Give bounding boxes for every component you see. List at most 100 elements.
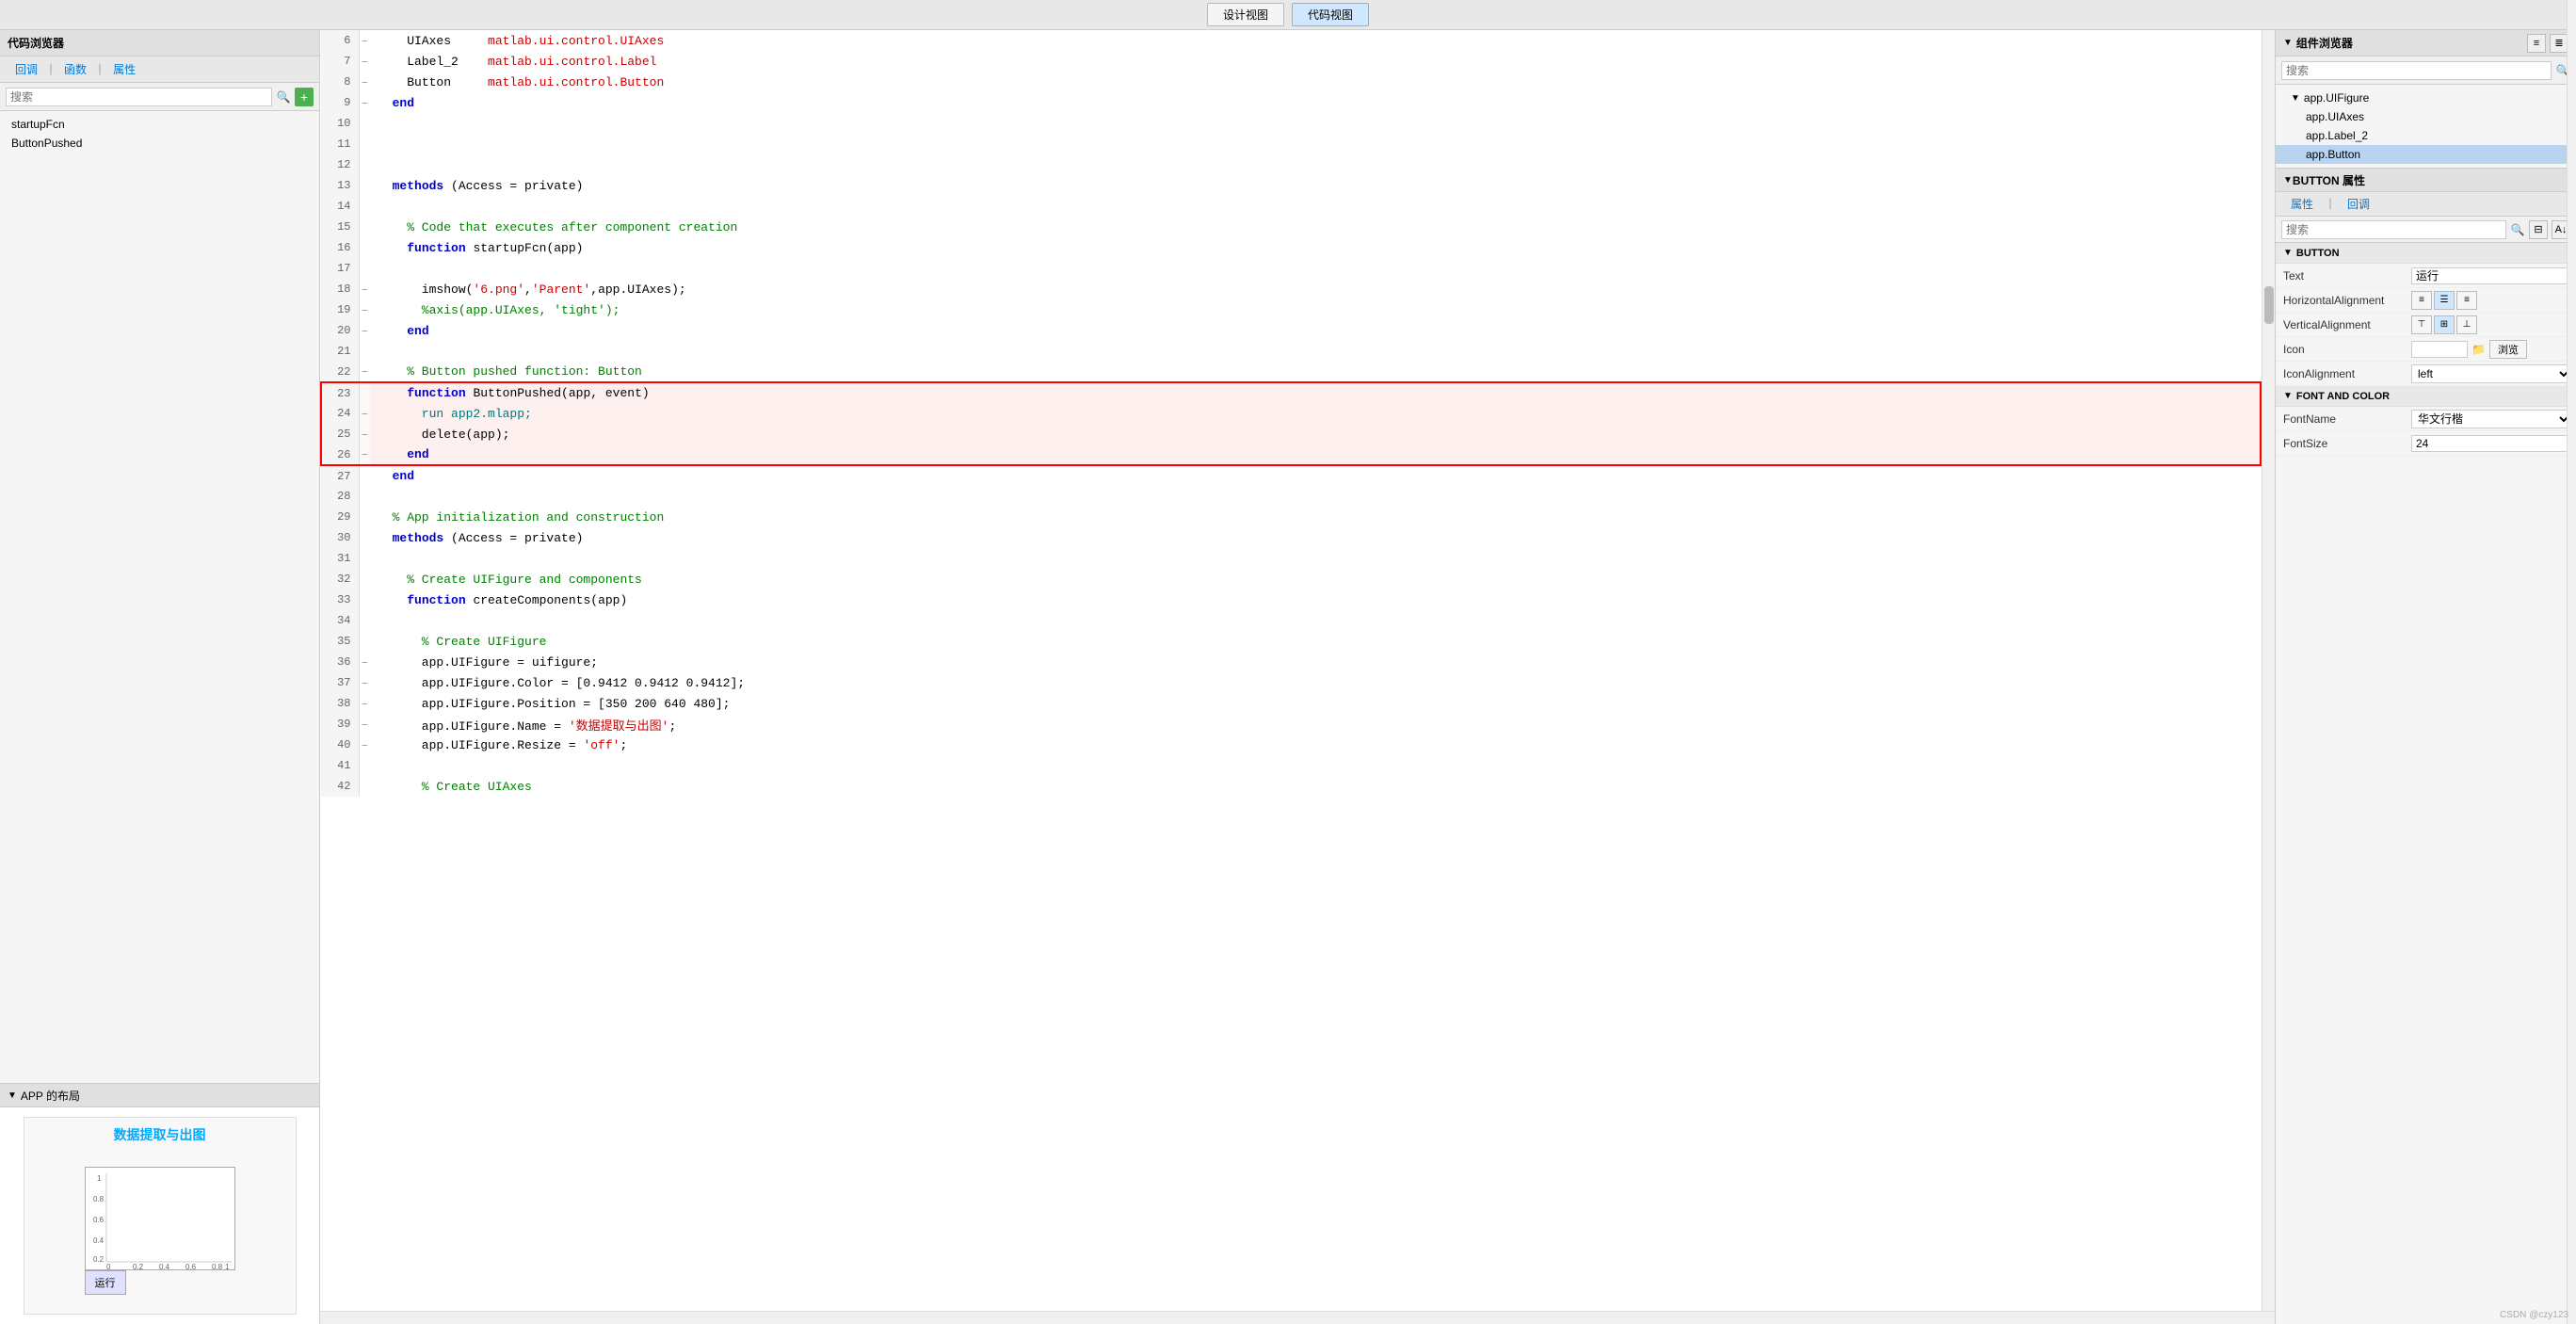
vertical-scrollbar[interactable] — [2262, 30, 2275, 1311]
section-triangle-icon: ▼ — [2283, 248, 2293, 258]
props-view-toggle[interactable]: ⊟ — [2529, 220, 2548, 239]
svg-text:0.6: 0.6 — [93, 1216, 105, 1224]
design-view-button[interactable]: 设计视图 — [1207, 3, 1284, 26]
svg-text:0.4: 0.4 — [93, 1236, 105, 1245]
app-layout-preview: 数据提取与出图 1 0.8 0.6 0.4 0.2 0 — [0, 1107, 319, 1324]
prop-name-icon-align: IconAlignment — [2276, 367, 2407, 380]
search-bar: 🔍 + — [0, 83, 319, 111]
line-number: 6 — [321, 30, 359, 51]
prop-name-icon: Icon — [2276, 343, 2407, 356]
line-number: 7 — [321, 51, 359, 72]
svg-text:0.2: 0.2 — [133, 1263, 144, 1270]
tree-item-uiaxes[interactable]: app.UIAxes — [2276, 107, 2576, 126]
line-number: 40 — [321, 735, 359, 755]
prop-row-fontsize: FontSize — [2276, 431, 2576, 456]
tree-item-button[interactable]: app.Button — [2276, 145, 2576, 164]
code-view-button[interactable]: 代码视图 — [1292, 3, 1369, 26]
line-dash — [359, 507, 370, 527]
right-panel-scrollbar[interactable] — [2567, 30, 2576, 1324]
prop-select-icon-align[interactable]: left right top bottom — [2411, 364, 2572, 383]
prop-name-fontname: FontName — [2276, 412, 2407, 426]
props-tabs: 属性 ｜ 回调 — [2276, 192, 2576, 217]
scrollbar-thumb[interactable] — [2264, 286, 2274, 324]
valign-bottom-button[interactable]: ⊥ — [2456, 315, 2477, 334]
icon-field-row: 📁 浏览 — [2411, 340, 2572, 359]
line-number: 34 — [321, 610, 359, 631]
code-line-content: %axis(app.UIAxes, 'tight'); — [370, 299, 2261, 320]
line-dash — [359, 569, 370, 589]
search-input[interactable] — [6, 88, 272, 106]
tab-property[interactable]: 属性 — [105, 59, 143, 79]
line-dash: – — [359, 72, 370, 92]
preview-run-button[interactable]: 运行 — [85, 1270, 126, 1295]
tab-function[interactable]: 函数 — [56, 59, 94, 79]
code-area[interactable]: 6– UIAxes matlab.ui.control.UIAxes7– Lab… — [320, 30, 2262, 1311]
line-dash: – — [359, 92, 370, 113]
line-dash — [359, 382, 370, 403]
halign-right-button[interactable]: ≡ — [2456, 291, 2477, 310]
tree-item-label2[interactable]: app.Label_2 — [2276, 126, 2576, 145]
section-title-font: FONT AND COLOR — [2296, 391, 2390, 402]
line-number: 13 — [321, 175, 359, 196]
prop-value-fontsize — [2407, 435, 2576, 452]
component-search-input[interactable] — [2281, 61, 2552, 80]
props-search-icon: 🔍 — [2510, 222, 2525, 237]
horizontal-scrollbar[interactable] — [320, 1311, 2275, 1324]
line-dash — [359, 776, 370, 797]
button-props-title: BUTTON 属性 — [2293, 172, 2365, 188]
line-number: 37 — [321, 672, 359, 693]
line-dash: – — [359, 403, 370, 424]
code-line-content: % Create UIAxes — [370, 776, 2261, 797]
svg-text:0.8: 0.8 — [212, 1263, 223, 1270]
code-line-content: % Button pushed function: Button — [370, 362, 2261, 382]
valign-top-button[interactable]: ⊤ — [2411, 315, 2432, 334]
line-dash — [359, 631, 370, 652]
line-number: 23 — [321, 382, 359, 403]
watermark: CSDN @czy123 — [2500, 1310, 2568, 1320]
tab-props-attributes[interactable]: 属性 — [2283, 194, 2321, 214]
line-dash — [359, 113, 370, 134]
halign-left-button[interactable]: ≡ — [2411, 291, 2432, 310]
prop-input-text[interactable] — [2411, 267, 2572, 284]
valign-middle-button[interactable]: ⊞ — [2434, 315, 2455, 334]
function-item-startupfcn[interactable]: startupFcn — [8, 115, 312, 134]
code-line-content — [370, 486, 2261, 507]
svg-text:0.8: 0.8 — [93, 1195, 105, 1203]
props-search-input[interactable] — [2281, 220, 2506, 239]
svg-text:1: 1 — [97, 1174, 102, 1183]
triangle-icon: ▼ — [8, 1090, 17, 1101]
code-editor: 6– UIAxes matlab.ui.control.UIAxes7– Lab… — [320, 30, 2275, 1324]
function-item-buttonpushed[interactable]: ButtonPushed — [8, 134, 312, 153]
halign-center-button[interactable]: ☰ — [2434, 291, 2455, 310]
tree-expand-icon: ▼ — [2291, 93, 2300, 104]
line-number: 39 — [321, 714, 359, 735]
tree-item-uifigure[interactable]: ▼ app.UIFigure — [2276, 89, 2576, 107]
prop-input-fontsize[interactable] — [2411, 435, 2572, 452]
code-line-content: end — [370, 444, 2261, 465]
prop-input-icon[interactable] — [2411, 341, 2468, 358]
line-number: 27 — [321, 465, 359, 486]
component-search-bar: 🔍 — [2276, 57, 2576, 85]
component-browser-title: 组件浏览器 — [2296, 35, 2353, 51]
svg-text:0.6: 0.6 — [185, 1263, 197, 1270]
collapse-icon-button[interactable]: ≣ — [2550, 34, 2568, 53]
tab-props-callback[interactable]: 回调 — [2340, 194, 2377, 214]
line-number: 8 — [321, 72, 359, 92]
line-number: 36 — [321, 652, 359, 672]
add-function-button[interactable]: + — [295, 88, 314, 106]
line-number: 19 — [321, 299, 359, 320]
browse-button[interactable]: 浏览 — [2489, 340, 2527, 359]
section-triangle-font-icon: ▼ — [2283, 391, 2293, 401]
line-dash — [359, 258, 370, 279]
line-dash: – — [359, 693, 370, 714]
line-dash — [359, 175, 370, 196]
line-dash — [359, 341, 370, 362]
line-number: 14 — [321, 196, 359, 217]
code-line-content: methods (Access = private) — [370, 527, 2261, 548]
line-dash — [359, 486, 370, 507]
tab-callback[interactable]: 回调 — [8, 59, 45, 79]
component-browser-header: ▼ 组件浏览器 ≡ ≣ — [2276, 30, 2576, 57]
expand-icon-button[interactable]: ≡ — [2527, 34, 2546, 53]
line-number: 31 — [321, 548, 359, 569]
prop-select-fontname[interactable]: 华文行楷 — [2411, 410, 2572, 428]
